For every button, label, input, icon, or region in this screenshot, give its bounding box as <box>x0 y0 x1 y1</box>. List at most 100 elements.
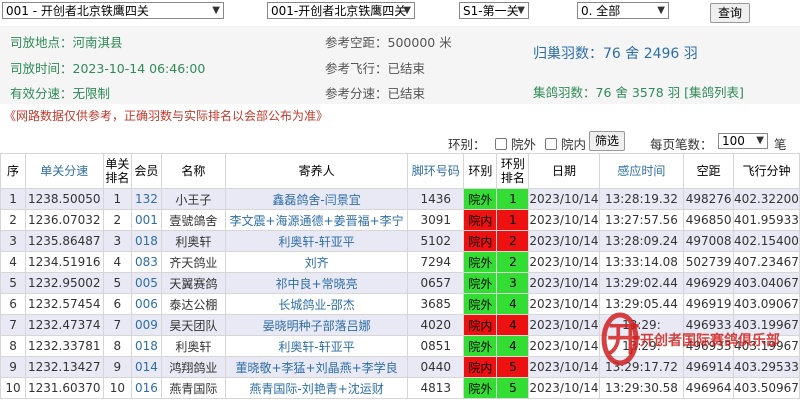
col-header-ring[interactable]: 脚环号码 <box>407 153 465 189</box>
row-ring-type: 院外 <box>463 272 498 294</box>
row-type-rank: 3 <box>496 272 530 294</box>
row-type-rank: 4 <box>496 335 530 357</box>
table-row[interactable]: 2 1236.07032 2 001 壹號鴿舍 李文震+海源通德+姜晋福+李宁 3091 院内… <box>0 209 800 231</box>
table-header-row: 序 单关分速 单关排名 会员 名称 寄养人 脚环号码 环别 环别排名 日期 感应… <box>0 153 800 189</box>
row-no: 7 <box>0 314 27 336</box>
ref-flight: 参考飞行：已结束 <box>325 61 426 76</box>
row-ring: 0657 <box>407 272 465 294</box>
homing-count: 归巢羽数：76 舍 2496 羽 <box>533 46 698 62</box>
ref-speed: 参考分速：已结束 <box>325 86 426 101</box>
filter-button[interactable]: 筛选 <box>589 131 625 151</box>
row-type-rank: 2 <box>496 251 530 273</box>
row-speed: 1235.86487 <box>25 230 104 252</box>
col-header-distance: 空距 <box>683 153 734 189</box>
row-rank: 2 <box>102 209 133 231</box>
row-type-rank: 1 <box>496 209 530 231</box>
row-fosterer[interactable]: 长城鸽业-邵杰 <box>224 293 409 315</box>
category-select-value: 0. 全部 <box>581 4 621 18</box>
row-member[interactable]: 083 <box>131 251 162 273</box>
row-minutes: 402.15400 <box>733 230 800 252</box>
table-row[interactable]: 5 1232.95002 5 005 天翼赛鸽 祁中良+常晓亮 0657 院外 3 2023/10… <box>0 272 800 294</box>
row-date: 2023/10/14 <box>528 251 600 273</box>
row-minutes: 402.32200 <box>733 188 800 210</box>
row-speed: 1234.51916 <box>25 251 104 273</box>
row-time: 13:28:19.32 <box>598 188 685 210</box>
row-member[interactable]: 018 <box>131 230 162 252</box>
row-no: 6 <box>0 293 27 315</box>
col-header-type-rank: 环别排名 <box>496 153 530 189</box>
row-speed: 1232.57454 <box>25 293 104 315</box>
row-ring-type: 院外 <box>463 377 498 399</box>
row-fosterer[interactable]: 祁中良+常晓亮 <box>224 272 409 294</box>
row-ring: 1436 <box>407 188 465 210</box>
row-distance: 498276 <box>683 188 734 210</box>
col-header-speed[interactable]: 单关分速 <box>25 153 104 189</box>
collect-count: 集鸽羽数：76 舍 3578 羽 [集鸽列表] <box>533 85 744 100</box>
category-select[interactable]: 0. 全部 ▼ <box>577 2 669 19</box>
row-fosterer[interactable]: 董晓敬+李猛+刘晶燕+李学良 <box>224 356 409 378</box>
outer-checkbox[interactable] <box>495 138 507 150</box>
row-ring: 3091 <box>407 209 465 231</box>
club-watermark: 开 开创者国际赛鸽俱乐部 <box>596 305 796 375</box>
row-fosterer[interactable]: 鑫磊鸽舍-闫景宜 <box>224 188 409 210</box>
race-select-value: 001 - 开创者北京铁鹰四关 <box>6 4 149 18</box>
row-name: 鸿翔鸽业 <box>160 356 226 378</box>
row-speed: 1238.50050 <box>25 188 104 210</box>
row-fosterer[interactable]: 刘齐 <box>224 251 409 273</box>
row-fosterer[interactable]: 晏晓明种子部落吕娜 <box>224 314 409 336</box>
table-row[interactable]: 4 1234.51916 4 083 齐天鸽业 刘齐 7294 院外 2 2023/10/14 13… <box>0 251 800 273</box>
row-rank: 9 <box>102 356 133 378</box>
row-date: 2023/10/14 <box>528 230 600 252</box>
row-date: 2023/10/14 <box>528 188 600 210</box>
page-size-select[interactable]: 100 ▼ <box>718 133 768 149</box>
row-fosterer[interactable]: 燕青国际-刘艳青+沈运财 <box>224 377 409 399</box>
stage-select-value: S1-第一关 <box>463 4 519 18</box>
row-time: 13:28:09.24 <box>598 230 685 252</box>
row-fosterer[interactable]: 李文震+海源通德+姜晋福+李宁 <box>224 209 409 231</box>
row-member[interactable]: 132 <box>131 188 162 210</box>
row-no: 2 <box>0 209 27 231</box>
table-row[interactable]: 10 1231.60370 10 016 燕青国际 燕青国际-刘艳青+沈运财 4813 院外 5… <box>0 377 800 399</box>
row-name: 天翼赛鸽 <box>160 272 226 294</box>
row-ring-type: 院内 <box>463 230 498 252</box>
row-minutes: 403.04067 <box>733 272 800 294</box>
race-sub-select-value: 001-开创者北京铁鹰四关 <box>271 4 407 18</box>
inner-checkbox[interactable] <box>545 138 557 150</box>
row-ring: 4020 <box>407 314 465 336</box>
row-member[interactable]: 016 <box>131 377 162 399</box>
col-header-rank: 单关排名 <box>102 153 133 189</box>
stage-select[interactable]: S1-第一关 ▼ <box>459 2 529 19</box>
row-minutes: 401.95933 <box>733 209 800 231</box>
row-time: 13:29:30.58 <box>598 377 685 399</box>
row-name: 小王子 <box>160 188 226 210</box>
row-member[interactable]: 005 <box>131 272 162 294</box>
row-rank: 8 <box>102 335 133 357</box>
inner-filter[interactable]: 院内 <box>545 134 586 153</box>
page-size-value: 100 <box>722 134 745 148</box>
release-time: 司放时间：2023-10-14 06:46:00 <box>10 61 206 76</box>
row-member[interactable]: 001 <box>131 209 162 231</box>
table-row[interactable]: 3 1235.86487 3 018 利奥轩 利奥轩-轩亚平 5102 院内 2 2023/10/… <box>0 230 800 252</box>
row-member[interactable]: 009 <box>131 314 162 336</box>
query-button[interactable]: 查询 <box>710 3 750 23</box>
row-fosterer[interactable]: 利奥轩-轩亚平 <box>224 335 409 357</box>
outer-filter[interactable]: 院外 <box>495 134 536 153</box>
table-row[interactable]: 1 1238.50050 1 132 小王子 鑫磊鸽舍-闫景宜 1436 院外 1 2023/10… <box>0 188 800 210</box>
club-name: 开创者国际赛鸽俱乐部 <box>640 332 780 349</box>
row-no: 9 <box>0 356 27 378</box>
chevron-down-icon: ▼ <box>517 5 525 16</box>
row-type-rank: 5 <box>496 377 530 399</box>
collect-list-link[interactable]: [集鸽列表] <box>684 85 744 100</box>
row-distance: 496929 <box>683 272 734 294</box>
race-select[interactable]: 001 - 开创者北京铁鹰四关 ▼ <box>2 2 224 19</box>
row-member[interactable]: 018 <box>131 335 162 357</box>
row-ring-type: 院内 <box>463 209 498 231</box>
race-sub-select[interactable]: 001-开创者北京铁鹰四关 ▼ <box>267 2 415 19</box>
row-member[interactable]: 006 <box>131 293 162 315</box>
row-fosterer[interactable]: 利奥轩-轩亚平 <box>224 230 409 252</box>
row-member[interactable]: 014 <box>131 356 162 378</box>
disclaimer-notice: 《网路数据仅供参考，正确羽数与实际排名以会部公布为准》 <box>0 104 800 128</box>
col-header-time[interactable]: 感应时间 <box>598 153 685 189</box>
row-date: 2023/10/14 <box>528 293 600 315</box>
valid-speed: 有效分速：无限制 <box>10 86 111 101</box>
